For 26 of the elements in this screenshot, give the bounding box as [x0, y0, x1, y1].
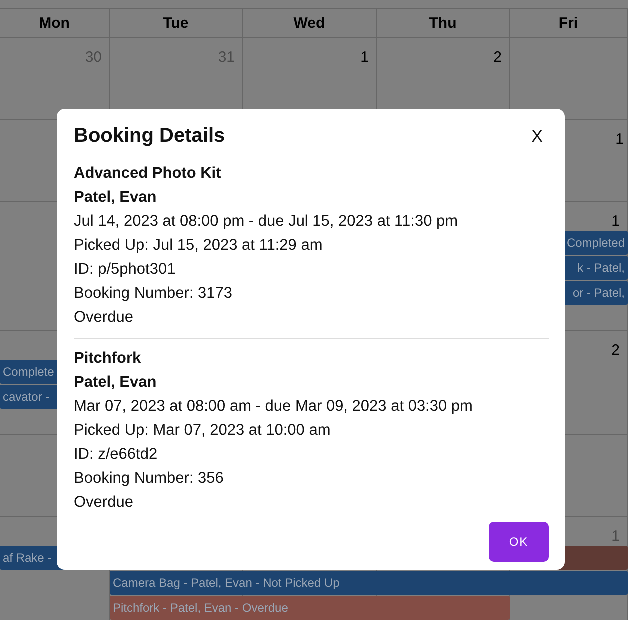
weekday-header: Mon [39, 14, 70, 32]
booking-number: Booking Number: 356 [74, 469, 225, 489]
item-name: Advanced Photo Kit [74, 164, 222, 184]
picked-up-time: Picked Up: Jul 15, 2023 at 11:29 am [74, 236, 324, 256]
day-number: 1 [612, 213, 620, 230]
ok-button[interactable]: OK [489, 522, 549, 562]
item-id: ID: z/e66td2 [74, 445, 159, 465]
weekday-header: Thu [429, 14, 457, 32]
booking-status: Overdue [74, 308, 134, 328]
day-number: 1 [616, 131, 624, 148]
booking-status: Overdue [74, 493, 134, 513]
weekday-header: Wed [294, 14, 326, 32]
customer-name: Patel, Evan [74, 188, 158, 208]
event-bar[interactable]: Pitchfork - Patel, Evan - Overdue [110, 596, 510, 620]
weekday-header: Fri [558, 14, 578, 32]
day-number: 1 [360, 49, 369, 66]
picked-up-time: Picked Up: Mar 07, 2023 at 10:00 am [74, 421, 332, 441]
item-id: ID: p/5phot301 [74, 260, 177, 280]
day-number: 2 [494, 49, 502, 66]
weekday-header: Tue [163, 14, 189, 32]
close-button[interactable]: X [526, 126, 549, 146]
event-bar[interactable]: Camera Bag - Patel, Evan - Not Picked Up [110, 571, 628, 595]
day-number: 2 [612, 342, 620, 359]
dialog-title: Booking Details [74, 125, 226, 148]
booking-period: Jul 14, 2023 at 08:00 pm - due Jul 15, 2023 at 11:30 pm [74, 212, 460, 232]
booking-number: Booking Number: 3173 [74, 284, 234, 304]
